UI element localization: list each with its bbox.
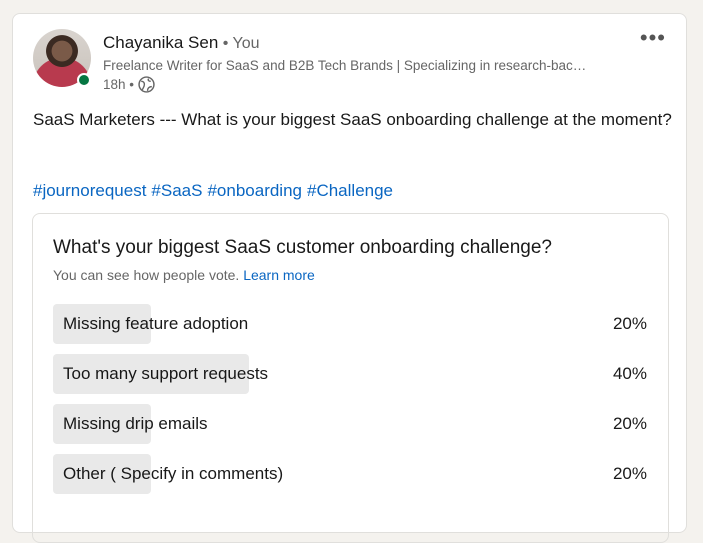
author-headline: Freelance Writer for SaaS and B2B Tech B… [103, 58, 587, 73]
author-relation: • You [218, 35, 260, 52]
post-meta: 18h • [103, 76, 155, 93]
poll-option[interactable]: Too many support requests 40% [53, 354, 649, 394]
more-options-icon[interactable]: ••• [640, 27, 666, 49]
hashtags: #journorequest #SaaS #onboarding #Challenge [33, 181, 393, 201]
poll: What's your biggest SaaS customer onboar… [32, 213, 669, 543]
post-text: SaaS Marketers --- What is your biggest … [33, 110, 672, 129]
hashtag-link[interactable]: #onboarding [207, 181, 302, 201]
poll-option-percent: 40% [612, 364, 647, 383]
poll-option-label: Other ( Specify in comments) [63, 464, 284, 483]
online-status-indicator [77, 73, 91, 87]
author-line: Chayanika Sen • You [103, 33, 260, 53]
learn-more-link[interactable]: Learn more [243, 267, 315, 283]
poll-option[interactable]: Missing feature adoption 20% [53, 304, 649, 344]
globe-icon [138, 76, 155, 93]
hashtag-link[interactable]: #journorequest [33, 181, 146, 201]
poll-subtext: You can see how people vote. Learn more [53, 267, 315, 283]
poll-option-label: Missing drip emails [63, 414, 208, 433]
post-card: Chayanika Sen • You Freelance Writer for… [12, 13, 687, 543]
poll-option[interactable]: Missing drip emails 20% [53, 404, 649, 444]
poll-question: What's your biggest SaaS customer onboar… [53, 237, 552, 258]
hashtag-link[interactable]: #Challenge [307, 181, 393, 201]
post-time: 18h • [103, 77, 135, 92]
poll-option-label: Missing feature adoption [63, 314, 249, 333]
poll-option-label: Too many support requests [63, 364, 269, 383]
poll-option-percent: 20% [612, 414, 647, 433]
poll-visibility-note: You can see how people vote. [53, 267, 244, 283]
poll-option-percent: 20% [612, 464, 647, 483]
poll-option-percent: 20% [612, 314, 647, 333]
author-name[interactable]: Chayanika Sen [103, 33, 218, 52]
poll-option[interactable]: Other ( Specify in comments) 20% [53, 454, 649, 494]
hashtag-link[interactable]: #SaaS [151, 181, 202, 201]
